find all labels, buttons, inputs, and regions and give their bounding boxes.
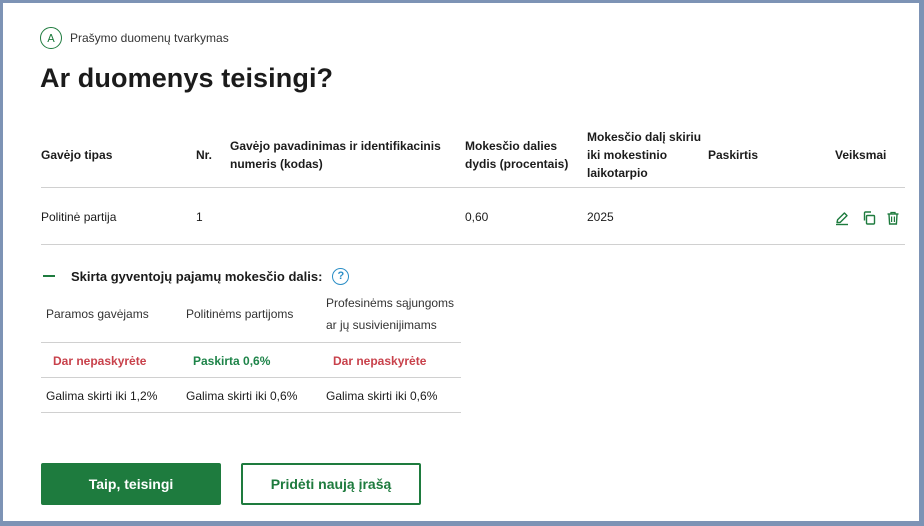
header-nr: Nr. bbox=[196, 148, 213, 162]
copy-icon[interactable] bbox=[860, 209, 878, 227]
status-badge-unions: Dar nepaskyrėte bbox=[333, 354, 427, 368]
table-row-divider bbox=[41, 244, 905, 245]
limit-support: Galima skirti iki 1,2% bbox=[46, 389, 158, 403]
page-title: Ar duomenys teisingi? bbox=[40, 63, 334, 93]
trash-icon[interactable] bbox=[884, 209, 902, 227]
allocation-section-header: Skirta gyventojų pajamų mokesčio dalis: … bbox=[43, 265, 350, 287]
allocation-header-parties: Politinėms partijoms bbox=[186, 307, 294, 321]
status-badge-parties: Paskirta 0,6% bbox=[193, 354, 271, 368]
step-label: Prašymo duomenų tvarkymas bbox=[70, 31, 229, 45]
cell-tax-share: 0,60 bbox=[465, 210, 489, 224]
limit-parties: Galima skirti iki 0,6% bbox=[186, 389, 298, 403]
header-purpose: Paskirtis bbox=[708, 148, 759, 162]
cell-recipient-type: Politinė partija bbox=[41, 210, 117, 224]
cell-nr: 1 bbox=[196, 210, 203, 224]
pencil-icon[interactable] bbox=[833, 209, 851, 227]
add-new-record-button[interactable]: Pridėti naują įrašą bbox=[241, 463, 421, 505]
allocation-status-divider bbox=[41, 377, 461, 378]
header-recipient-type: Gavėjo tipas bbox=[41, 148, 113, 162]
question-icon[interactable]: ? bbox=[332, 267, 350, 285]
allocation-title: Skirta gyventojų pajamų mokesčio dalis: bbox=[71, 268, 323, 284]
header-recipient-name: Gavėjo pavadinimas ir identifikacinis nu… bbox=[230, 139, 441, 171]
allocation-header-divider bbox=[41, 342, 461, 343]
step-letter-circle: A bbox=[40, 27, 62, 49]
allocation-header-support: Paramos gavėjams bbox=[46, 307, 149, 321]
header-actions: Veiksmai bbox=[835, 148, 887, 162]
main-panel: A Prašymo duomenų tvarkymas Ar duomenys … bbox=[3, 3, 919, 521]
header-assigned-until: Mokesčio dalį skiriu iki mokestinio laik… bbox=[587, 130, 702, 180]
table-header-divider bbox=[41, 187, 905, 188]
step-indicator: A Prašymo duomenų tvarkymas bbox=[40, 26, 229, 50]
status-badge-support: Dar nepaskyrėte bbox=[53, 354, 147, 368]
allocation-header-unions: Profesinėms sąjungoms ar jų susivienijim… bbox=[326, 296, 455, 332]
allocation-limit-divider bbox=[41, 412, 461, 413]
confirm-button[interactable]: Taip, teisingi bbox=[41, 463, 221, 505]
limit-unions: Galima skirti iki 0,6% bbox=[326, 389, 438, 403]
minus-icon[interactable] bbox=[43, 275, 55, 277]
cell-assigned-until: 2025 bbox=[587, 210, 614, 224]
header-tax-share: Mokesčio dalies dydis (procentais) bbox=[465, 139, 569, 171]
